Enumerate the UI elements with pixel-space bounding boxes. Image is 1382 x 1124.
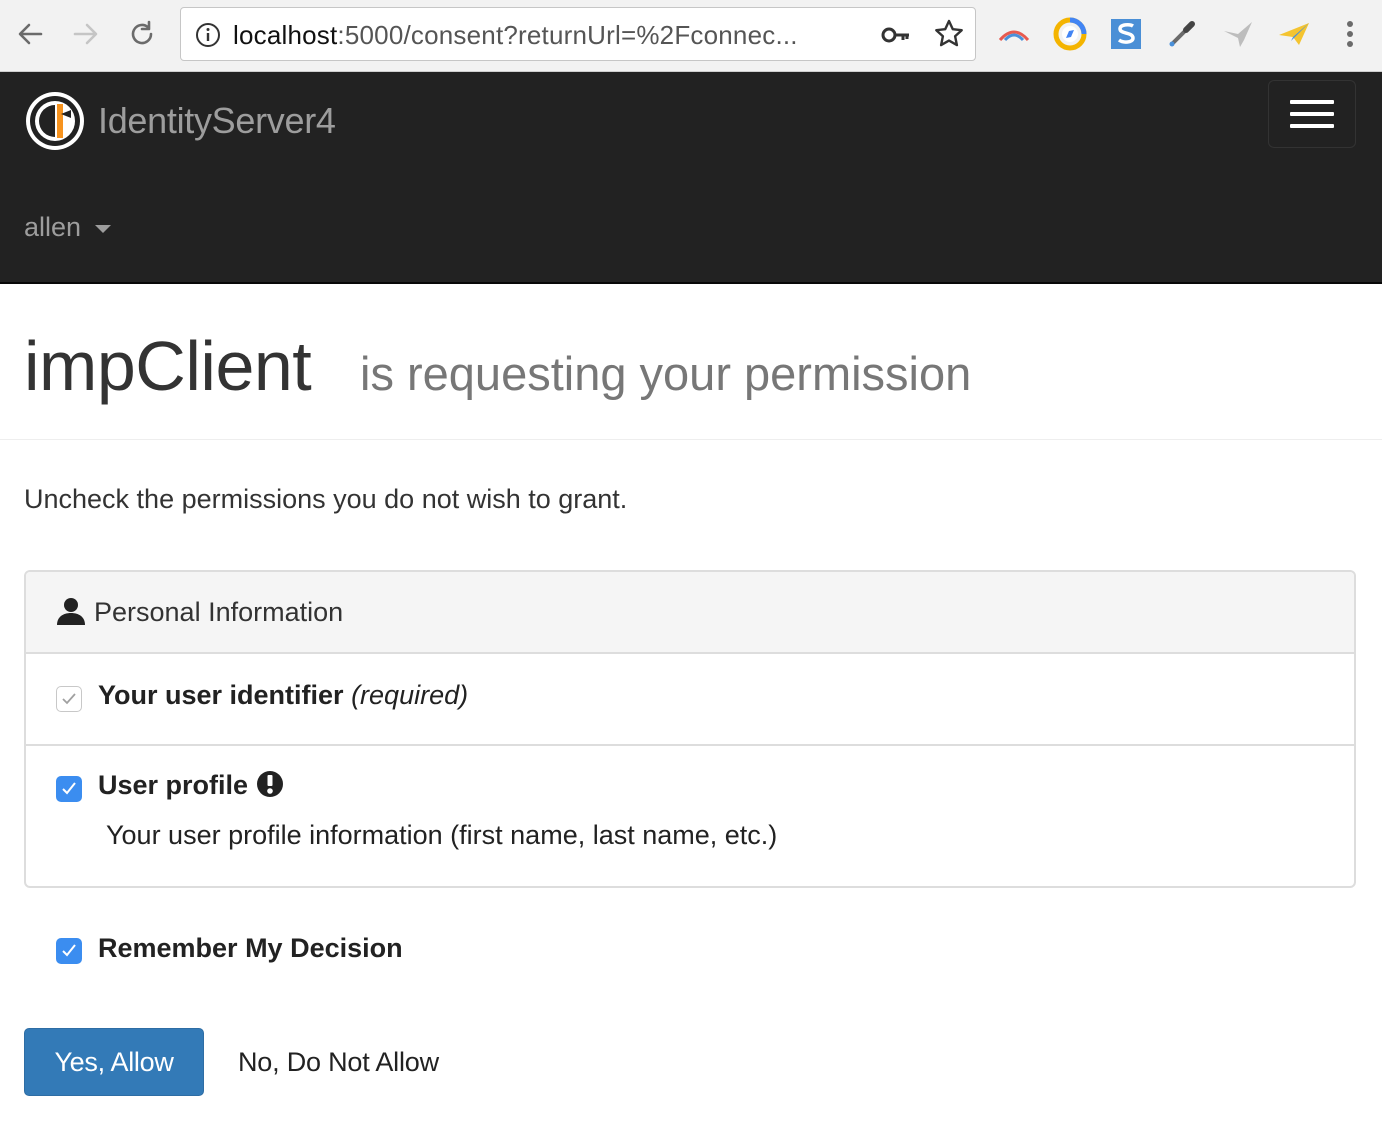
personal-information-panel: Personal Information Your user identifie… — [24, 570, 1356, 888]
navbar-toggle-button[interactable] — [1268, 80, 1356, 148]
browser-toolbar: localhost:5000/consent?returnUrl=%2Fconn… — [0, 0, 1382, 72]
remember-decision-label[interactable]: Remember My Decision — [98, 933, 403, 964]
checkmark-icon — [62, 693, 76, 705]
eyedropper-extension-icon[interactable] — [1164, 16, 1200, 52]
address-bar[interactable]: localhost:5000/consent?returnUrl=%2Fconn… — [180, 7, 976, 61]
user-icon — [57, 598, 85, 625]
checkmark-icon — [62, 782, 76, 795]
remember-consent[interactable]: Remember My Decision — [24, 920, 624, 980]
user-profile-description: Your user profile information (first nam… — [106, 820, 778, 850]
exclamation-sign-icon — [257, 770, 284, 797]
panel-heading-text: Personal Information — [94, 597, 344, 627]
rainbow-extension-icon[interactable] — [996, 16, 1032, 52]
bird-extension-icon[interactable] — [1220, 16, 1256, 52]
allow-button[interactable]: Yes, Allow — [24, 1028, 204, 1096]
hamburger-icon — [1290, 100, 1334, 104]
forward-button[interactable] — [66, 14, 106, 54]
instruction-text: Uncheck the permissions you do not wish … — [24, 484, 628, 514]
user-profile-title: User profile — [98, 770, 249, 800]
url-text[interactable]: localhost:5000/consent?returnUrl=%2Fconn… — [233, 20, 798, 51]
user-identifier-title: Your user identifier — [98, 680, 344, 710]
required-note: (required) — [351, 680, 469, 710]
caret-down-icon — [95, 224, 112, 233]
reload-button[interactable] — [122, 14, 162, 54]
client-name: impClient — [24, 327, 312, 405]
browser-menu-button[interactable] — [1336, 16, 1364, 52]
brand-name: IdentityServer4 — [98, 100, 336, 141]
url-path: :5000/consent?returnUrl=%2Fconnec... — [337, 20, 798, 50]
app-navbar: IdentityServer4 allen — [0, 72, 1382, 284]
paper-plane-extension-icon[interactable] — [1276, 16, 1312, 52]
checkmark-icon — [62, 944, 76, 957]
user-identifier-checkbox — [56, 686, 82, 712]
page-subtitle: is requesting your permission — [360, 347, 972, 400]
user-profile-checkbox[interactable] — [56, 776, 82, 802]
back-arrow-icon — [18, 23, 43, 45]
user-dropdown[interactable]: allen — [24, 212, 112, 243]
page-header: impClient is requesting your permission — [0, 284, 1382, 440]
info-icon[interactable] — [195, 22, 221, 48]
url-host: localhost — [233, 20, 338, 50]
forward-arrow-icon — [73, 23, 98, 45]
bookmark-star-icon[interactable] — [933, 18, 965, 50]
scope-item-openid: Your user identifier (required) — [26, 654, 1354, 746]
reload-icon — [131, 20, 153, 45]
s-extension-icon[interactable] — [1108, 16, 1144, 52]
user-name: allen — [24, 212, 82, 242]
more-vert-icon — [1347, 21, 1353, 47]
brand-link[interactable]: IdentityServer4 — [24, 90, 336, 152]
remember-decision-checkbox[interactable] — [56, 938, 82, 964]
deny-button[interactable]: No, Do Not Allow — [222, 1028, 455, 1096]
back-button[interactable] — [10, 14, 50, 54]
identityserver-logo-icon — [26, 92, 84, 150]
user-profile-label[interactable]: User profile — [98, 770, 284, 801]
compass-extension-icon[interactable] — [1052, 16, 1088, 52]
key-icon[interactable] — [881, 22, 911, 48]
panel-heading: Personal Information — [26, 572, 1354, 654]
user-identifier-label: Your user identifier (required) — [98, 680, 468, 711]
scope-item-profile: User profile Your user profile informati… — [26, 746, 1354, 888]
